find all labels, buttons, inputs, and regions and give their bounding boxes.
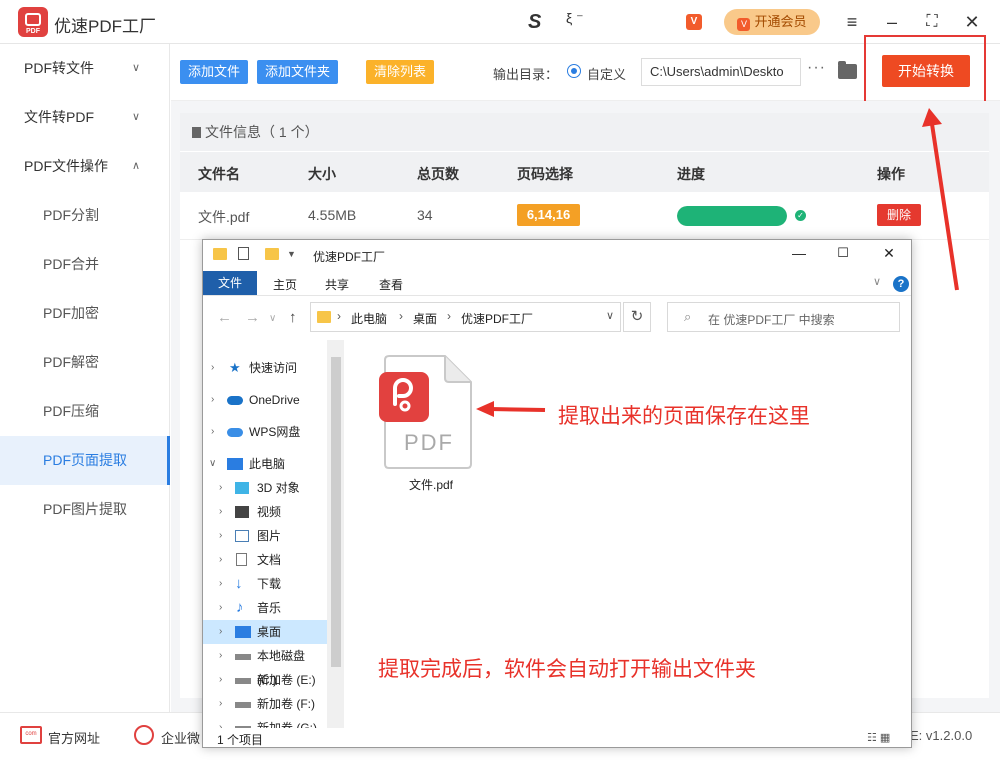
up-arrow-head [922,108,942,127]
annotation-auto-open: 提取完成后，软件会自动打开输出文件夹 [378,658,756,681]
left-arrow-head [476,401,494,417]
annotation-arrows [476,108,959,417]
annotation-saved-here: 提取出来的页面保存在这里 [558,405,810,428]
up-arrow-shaft [930,123,959,291]
left-arrow-shaft [489,407,546,412]
